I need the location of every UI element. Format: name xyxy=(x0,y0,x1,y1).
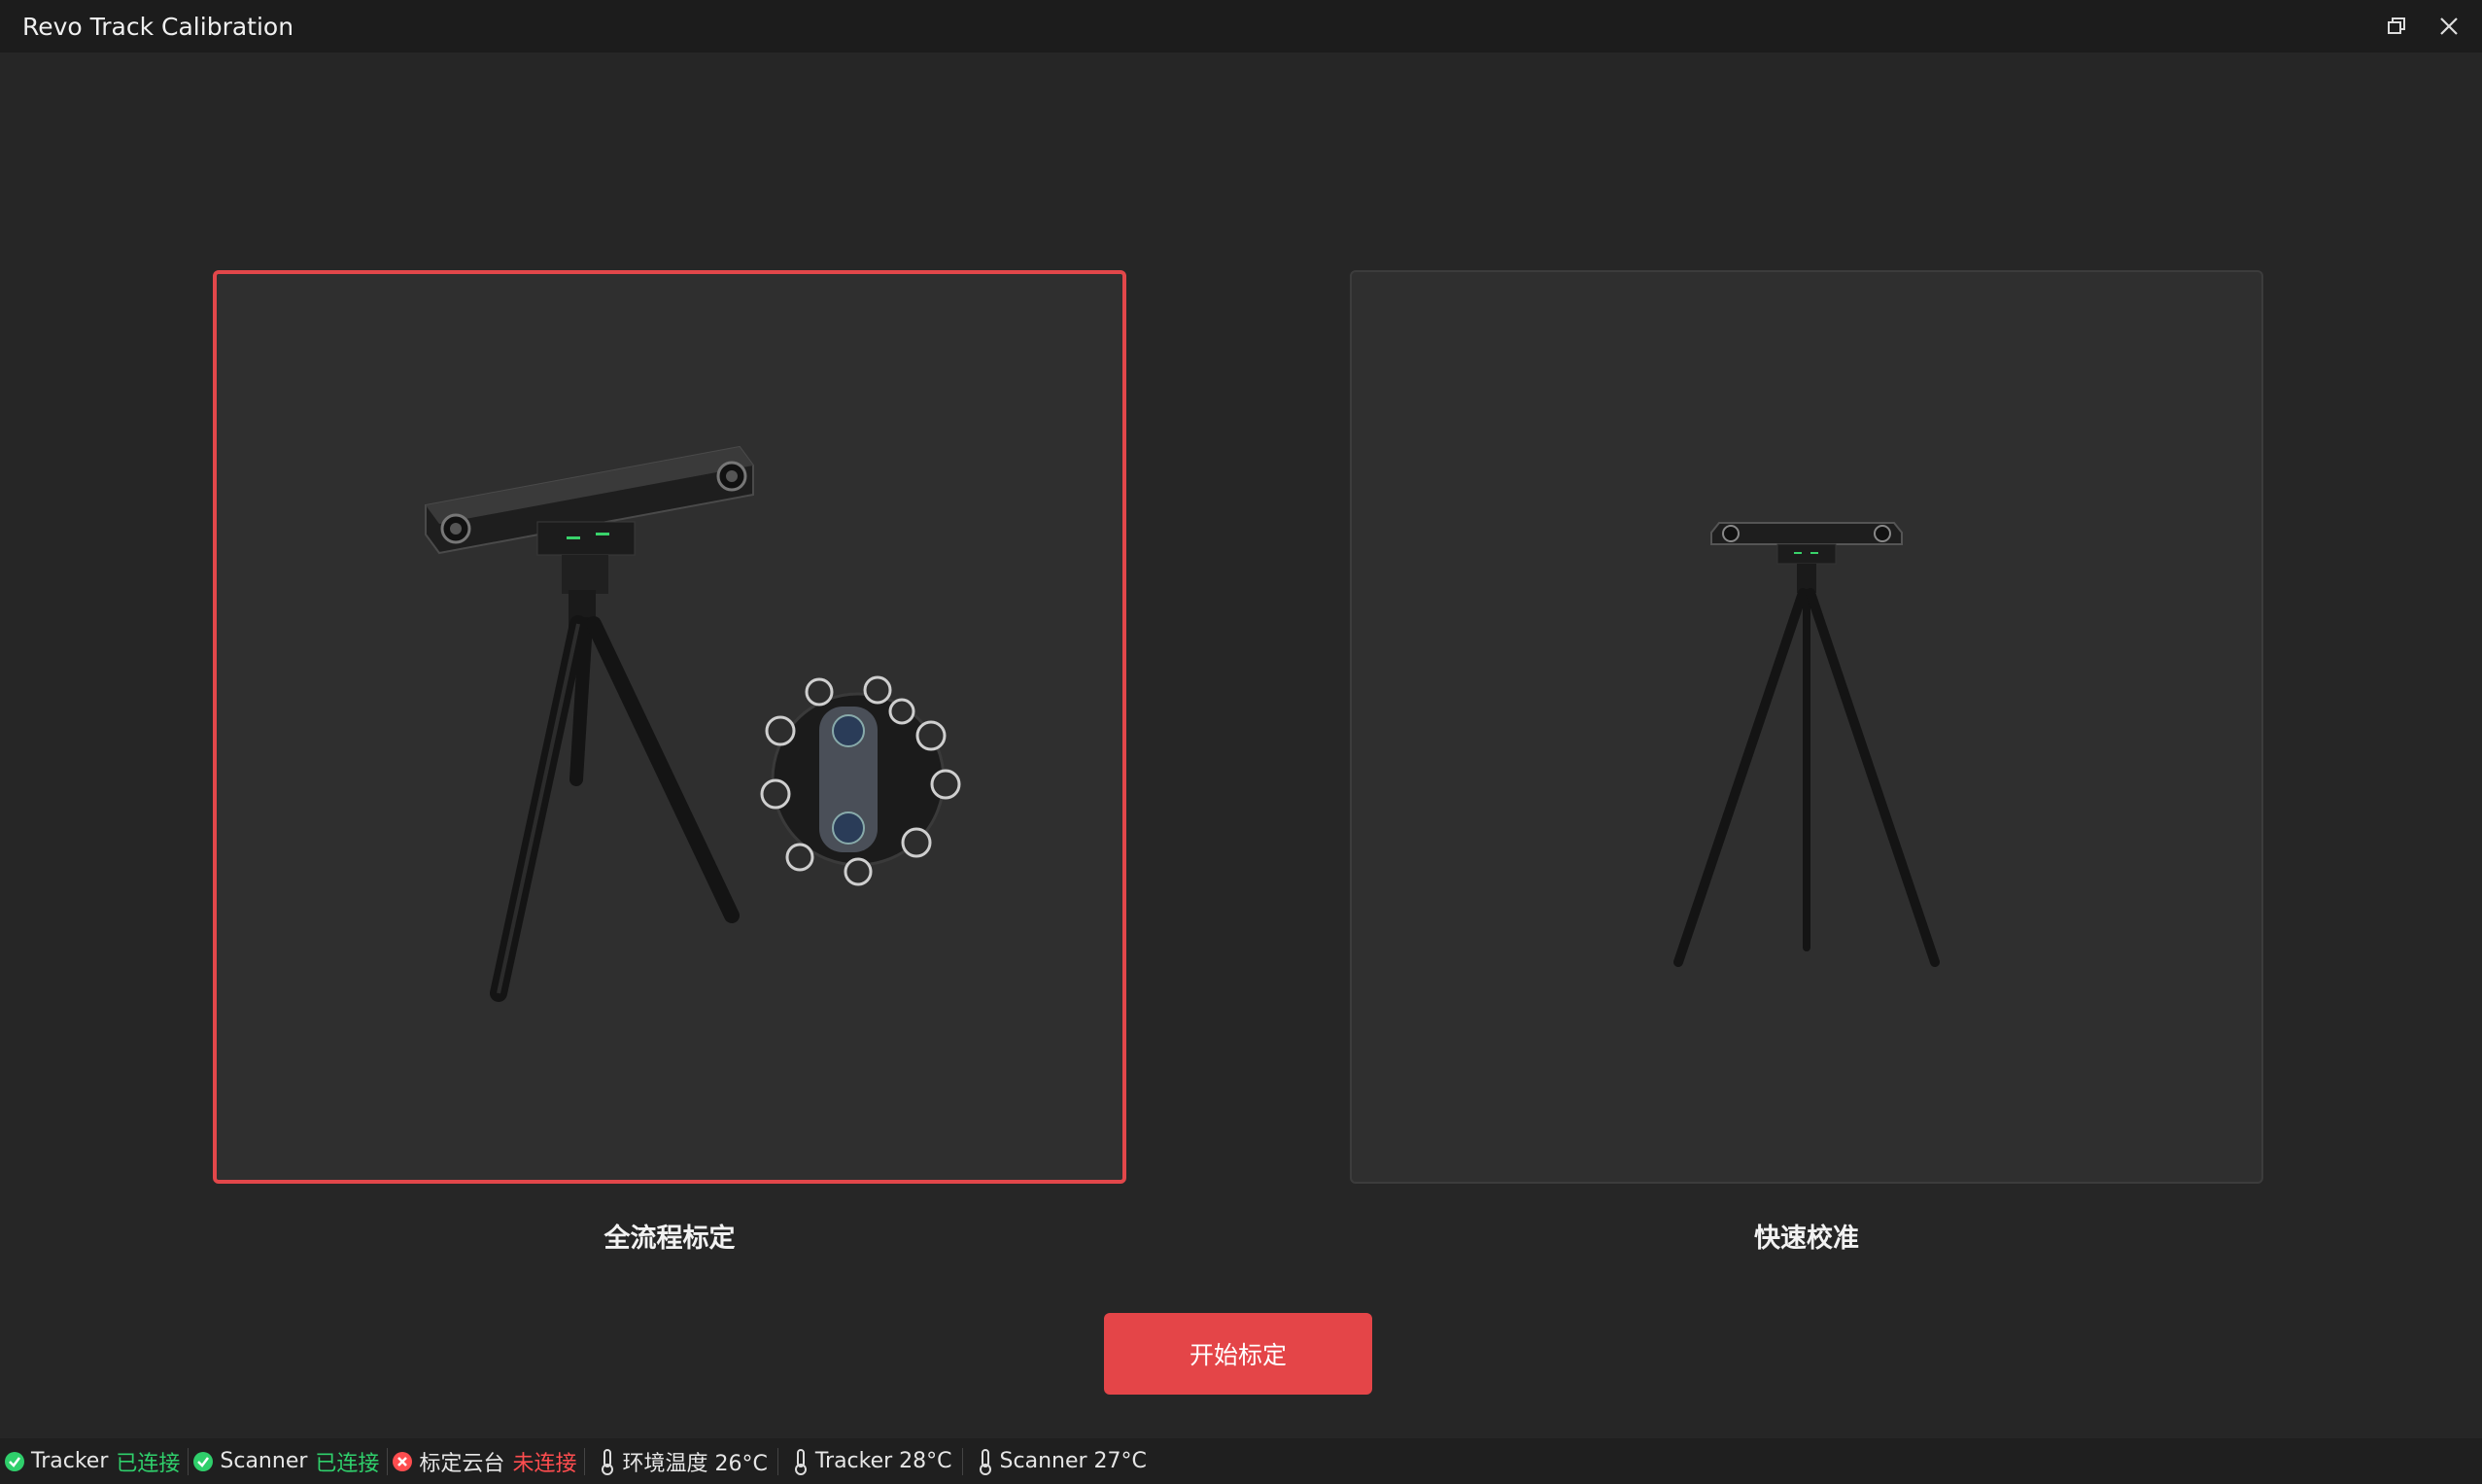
scanner-device-image xyxy=(760,675,961,886)
status-bar: Tracker 已连接 Scanner 已连接 标定云台 未连接 环境温度 26… xyxy=(0,1438,2482,1484)
stage-status-value: 未连接 xyxy=(512,1451,577,1476)
full-calibration-card[interactable] xyxy=(213,270,1126,1184)
scanner-status-value: 已连接 xyxy=(315,1451,380,1476)
tracker-on-tripod-image xyxy=(1673,522,1940,967)
start-calibration-button[interactable]: 开始标定 xyxy=(1104,1313,1372,1395)
restore-icon xyxy=(2388,17,2405,34)
close-button[interactable] xyxy=(2430,7,2468,46)
quick-calibration-card[interactable] xyxy=(1350,270,2263,1184)
tracker-device-image xyxy=(425,445,754,1002)
check-circle-icon xyxy=(193,1451,214,1471)
quick-calibration-label: 快速校准 xyxy=(1754,1224,1859,1254)
tracker-temperature: Tracker 28°C xyxy=(778,1438,962,1484)
scanner-temperature: Scanner 27°C xyxy=(963,1438,1156,1484)
thermometer-icon xyxy=(979,1448,991,1475)
title-bar: Revo Track Calibration xyxy=(0,0,2482,52)
tracker-status-name: Tracker xyxy=(31,1449,109,1473)
scanner-temperature-text: Scanner 27°C xyxy=(999,1449,1147,1473)
environment-temperature-text: 环境温度 26°C xyxy=(622,1451,768,1476)
environment-temperature: 环境温度 26°C xyxy=(585,1438,776,1484)
stage-status-name: 标定云台 xyxy=(419,1451,505,1476)
thermometer-icon xyxy=(602,1448,614,1475)
window-title: Revo Track Calibration xyxy=(22,12,294,41)
tracker-status-value: 已连接 xyxy=(116,1451,181,1476)
restore-button[interactable] xyxy=(2377,7,2416,46)
thermometer-icon xyxy=(794,1448,807,1475)
error-circle-icon xyxy=(393,1451,413,1471)
tracker-with-scanner-image xyxy=(425,445,961,1002)
tracker-status: Tracker 已连接 xyxy=(0,1438,188,1484)
check-circle-icon xyxy=(5,1451,24,1471)
scanner-status-name: Scanner xyxy=(220,1449,308,1473)
tracker-temperature-text: Tracker 28°C xyxy=(814,1449,952,1473)
stage-status: 标定云台 未连接 xyxy=(388,1438,584,1484)
scanner-status: Scanner 已连接 xyxy=(189,1438,387,1484)
close-icon xyxy=(2440,17,2458,35)
full-calibration-label: 全流程标定 xyxy=(603,1224,736,1254)
